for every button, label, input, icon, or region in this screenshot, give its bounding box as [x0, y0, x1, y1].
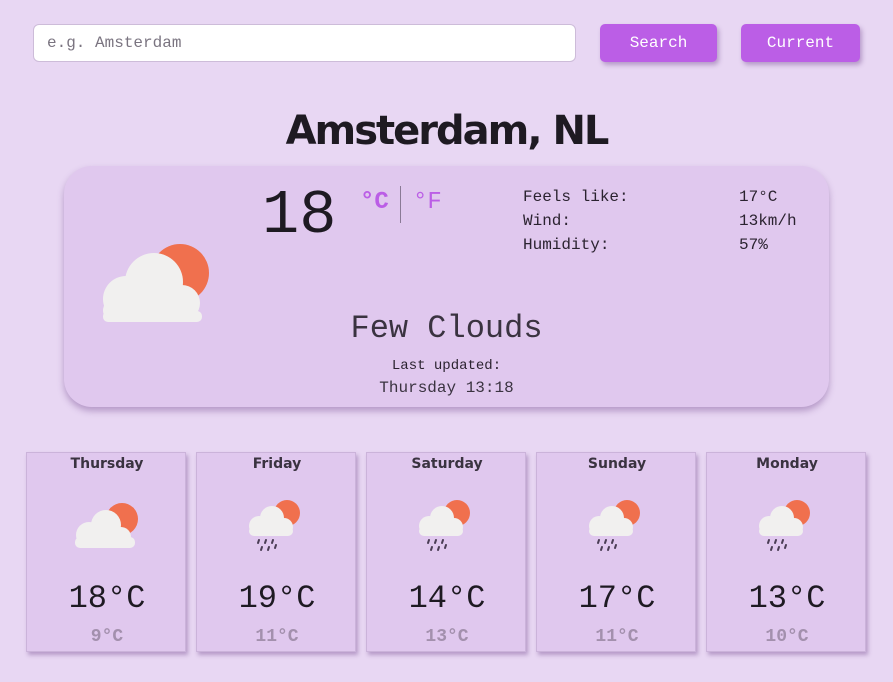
current-temperature: 18	[262, 180, 337, 251]
forecast-min-temp: 11°C	[255, 627, 299, 647]
forecast-max-temp: 13°C	[748, 580, 826, 617]
few-clouds-icon	[75, 503, 138, 548]
search-button[interactable]: Search	[600, 24, 717, 62]
forecast-card: Saturday 14°C 13°C	[366, 452, 526, 652]
forecast-day: Friday	[252, 456, 302, 472]
forecast-card: Monday 13°C 10°C	[706, 452, 866, 652]
rain-icon	[249, 500, 300, 551]
wind-label: Wind:	[523, 212, 572, 230]
rain-icon	[759, 500, 810, 551]
last-updated-label: Last updated:	[391, 358, 502, 374]
rain-icon	[419, 500, 470, 551]
rain-icon	[589, 500, 640, 551]
search-input[interactable]	[33, 24, 576, 62]
feels-like-value: 17°C	[739, 188, 778, 206]
current-location-button[interactable]: Current	[741, 24, 860, 62]
wind-value: 13km/h	[739, 212, 797, 230]
city-title: Amsterdam, NL	[285, 108, 610, 154]
forecast-day: Thursday	[70, 456, 144, 472]
forecast-max-temp: 19°C	[238, 580, 316, 617]
forecast-min-temp: 13°C	[425, 627, 469, 647]
celsius-toggle[interactable]: °C	[360, 189, 389, 216]
current-weather-card: 18 °C °F Feels like: 17°C Wind: 13km/h H…	[64, 166, 829, 407]
forecast-min-temp: 11°C	[595, 627, 639, 647]
humidity-label: Humidity:	[523, 236, 610, 254]
feels-like-label: Feels like:	[523, 188, 629, 206]
forecast-day: Saturday	[411, 456, 483, 472]
forecast-min-temp: 10°C	[765, 627, 809, 647]
forecast-min-temp: 9°C	[90, 627, 124, 647]
forecast-card: Sunday 17°C 11°C	[536, 452, 696, 652]
humidity-value: 57%	[739, 236, 768, 254]
forecast-day: Sunday	[587, 456, 647, 472]
fahrenheit-toggle[interactable]: °F	[413, 189, 442, 216]
last-updated-time: Thursday 13:18	[379, 379, 514, 397]
forecast-day: Monday	[756, 456, 818, 472]
weather-description: Few Clouds	[350, 310, 543, 347]
forecast-max-temp: 18°C	[68, 580, 146, 617]
forecast-card: Friday 19°C 11°C	[196, 452, 356, 652]
unit-divider	[400, 186, 401, 223]
forecast-max-temp: 14°C	[408, 580, 486, 617]
forecast-card: Thursday 18°C 9°C	[26, 452, 186, 652]
forecast-max-temp: 17°C	[578, 580, 656, 617]
